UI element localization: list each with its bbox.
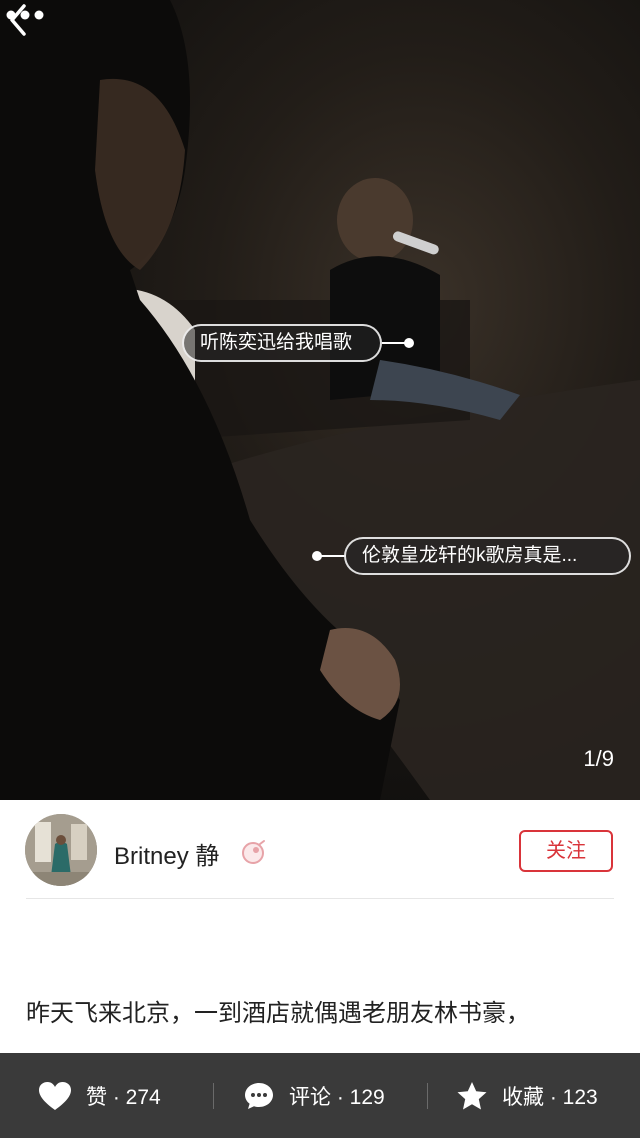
- action-separator: [427, 1083, 428, 1109]
- heart-icon: [39, 1081, 71, 1110]
- avatar[interactable]: [25, 814, 97, 886]
- action-separator: [213, 1083, 214, 1109]
- comment-label: 评论 · 129: [289, 1085, 385, 1109]
- comment-icon: [245, 1082, 273, 1109]
- tag-connector: [320, 555, 346, 557]
- favorite-button[interactable]: 收藏 · 123: [456, 1053, 598, 1138]
- tag-anchor-dot: [404, 338, 414, 348]
- post-text: 昨天飞来北京，一到酒店就偶遇老朋友林书豪，: [26, 1000, 530, 1027]
- like-button[interactable]: 赞 · 274: [38, 1053, 161, 1138]
- image-counter: 1/9: [583, 746, 614, 771]
- avatar-image: [25, 814, 97, 886]
- photo-tag[interactable]: 听陈奕迅给我唱歌: [182, 324, 382, 362]
- like-label: 赞 · 274: [86, 1085, 161, 1109]
- tag-connector: [382, 342, 406, 344]
- more-dots-icon[interactable]: [0, 0, 50, 30]
- comment-button[interactable]: 评论 · 129: [243, 1053, 385, 1138]
- star-icon: [457, 1081, 487, 1109]
- favorite-label: 收藏 · 123: [502, 1085, 598, 1109]
- post-photo[interactable]: 听陈奕迅给我唱歌 伦敦皇龙轩的k歌房真是... 1/9: [0, 0, 640, 800]
- divider: [26, 898, 614, 899]
- female-icon: [242, 840, 265, 864]
- photo-scene: [0, 0, 640, 800]
- author-name[interactable]: Britney 静: [114, 836, 219, 871]
- photo-tag[interactable]: 伦敦皇龙轩的k歌房真是...: [344, 537, 631, 575]
- follow-button[interactable]: 关注: [519, 830, 613, 872]
